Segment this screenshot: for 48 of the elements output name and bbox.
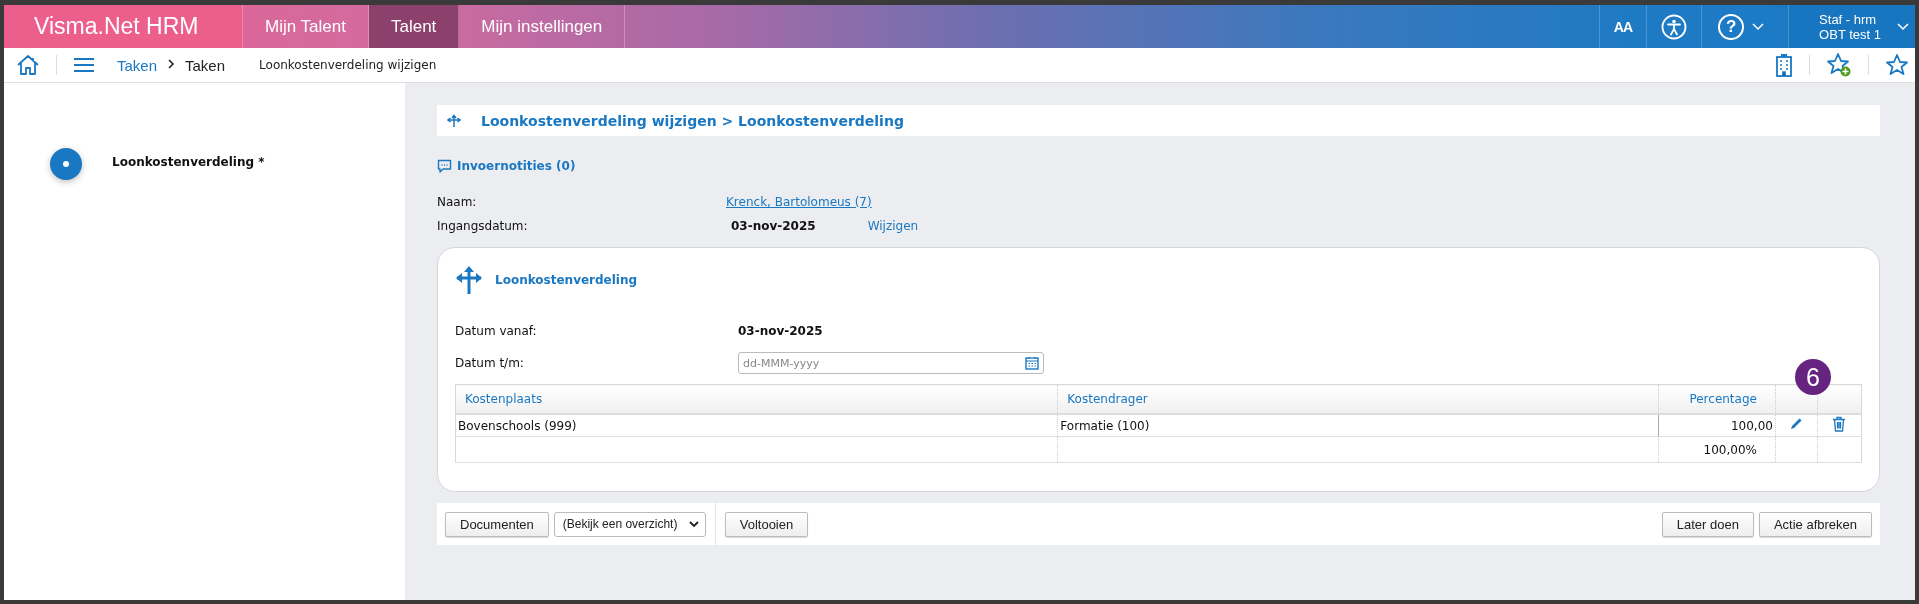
- column-header[interactable]: Percentage: [1658, 384, 1776, 414]
- field-value: 03-nov-2025: [738, 324, 823, 338]
- column-header[interactable]: Kostenplaats: [455, 384, 1058, 414]
- building-icon[interactable]: [1775, 53, 1793, 77]
- table-cell: Bovenschools (999): [455, 414, 1058, 437]
- complete-button[interactable]: Voltooien: [724, 511, 809, 537]
- accessibility-icon: [1661, 13, 1688, 40]
- split-arrows-icon: [447, 113, 461, 128]
- calendar-icon[interactable]: [1025, 356, 1039, 370]
- chevron-down-icon: [688, 520, 699, 528]
- field-label: Datum t/m:: [455, 356, 525, 370]
- chevron-down-icon: [1897, 22, 1909, 31]
- breadcrumb-link[interactable]: Taken: [185, 56, 226, 74]
- star-icon[interactable]: [1885, 53, 1909, 77]
- date-field[interactable]: dd-MMM-yyyy: [738, 352, 1044, 374]
- later-button[interactable]: Later doen: [1661, 511, 1754, 537]
- notes-link[interactable]: Invoernotities (0): [457, 159, 576, 173]
- page-title: Loonkostenverdeling wijzigen > Loonkostenverdeling: [481, 112, 904, 129]
- breadcrumb-link[interactable]: Taken: [117, 56, 158, 74]
- table-cell: Formatie (100): [1057, 414, 1659, 437]
- pencil-icon[interactable]: [1789, 417, 1804, 431]
- user-menu[interactable]: Staf - hrm OBT test 1: [1788, 5, 1915, 48]
- menu-icon[interactable]: [73, 57, 95, 73]
- total-cell: 100,00%: [1658, 436, 1776, 463]
- chevron-down-icon: [1752, 22, 1765, 31]
- cancel-button[interactable]: Actie afbreken: [1758, 511, 1872, 537]
- star-add-icon[interactable]: [1826, 52, 1852, 78]
- trash-icon[interactable]: [1832, 416, 1847, 432]
- documents-button[interactable]: Documenten: [445, 511, 549, 537]
- page-name: Loonkostenverdeling wijzigen: [259, 58, 437, 72]
- step-label: Loonkostenverdeling *: [112, 155, 265, 169]
- home-icon[interactable]: [16, 53, 40, 77]
- field-label: Naam:: [437, 195, 478, 209]
- split-arrows-icon: [455, 265, 483, 295]
- step-item[interactable]: Loonkostenverdeling *: [50, 148, 405, 180]
- nav-tab[interactable]: Talent: [368, 5, 460, 48]
- employee-link[interactable]: Krenck, Bartolomeus (7): [726, 195, 872, 209]
- overview-dropdown[interactable]: (Bekijk een overzicht): [553, 511, 706, 537]
- card-title: Loonkostenverdeling: [495, 273, 638, 287]
- field-label: Datum vanaf:: [455, 324, 538, 338]
- change-link[interactable]: Wijzigen: [867, 219, 919, 233]
- table-cell: 100,00: [1658, 414, 1776, 437]
- column-header[interactable]: Kostendrager: [1057, 384, 1659, 414]
- step-badge: 6: [1795, 359, 1831, 395]
- field-value: 03-nov-2025: [731, 219, 816, 233]
- field-label: Ingangsdatum:: [437, 219, 529, 233]
- brand-logo[interactable]: Visma.Net HRM: [4, 5, 243, 48]
- speech-bubble-icon[interactable]: [437, 158, 452, 174]
